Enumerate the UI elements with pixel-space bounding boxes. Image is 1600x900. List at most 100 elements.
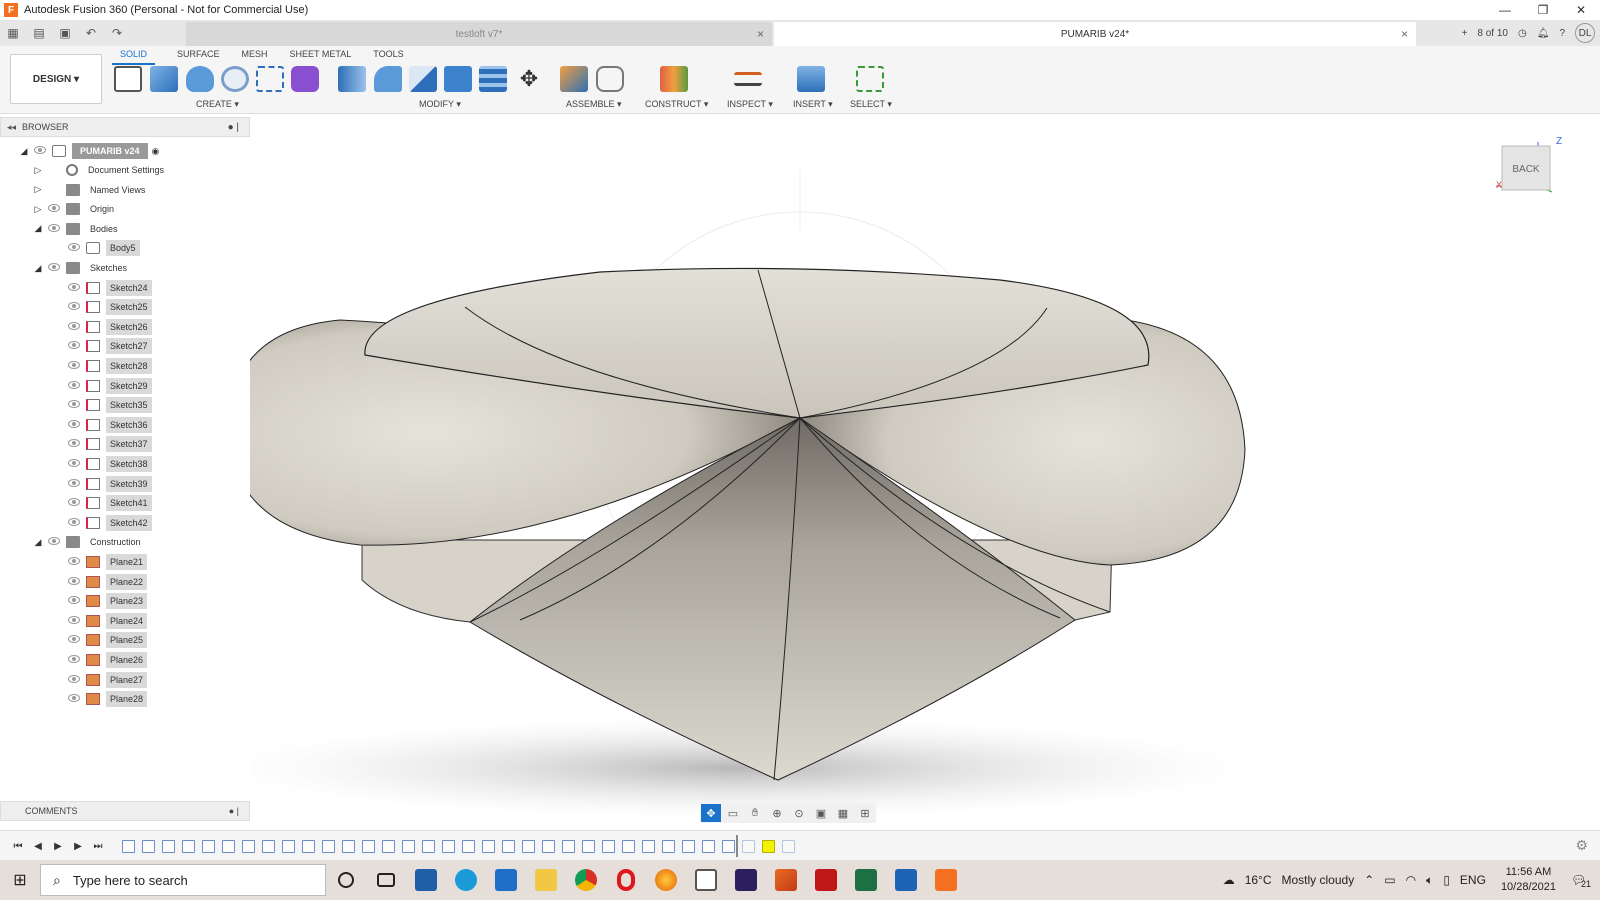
- browser-pin-icon[interactable]: ● |: [228, 122, 239, 133]
- tab-surface[interactable]: SURFACE: [177, 49, 220, 65]
- timeline-feature-icon[interactable]: [382, 840, 395, 853]
- task-view-icon[interactable]: [366, 860, 406, 900]
- go-to-start-icon[interactable]: ⏮︎: [8, 837, 28, 855]
- browser-item-sketch24[interactable]: Sketch24: [52, 279, 152, 297]
- chamfer-icon[interactable]: [409, 66, 437, 92]
- hole-icon[interactable]: [221, 66, 249, 92]
- step-back-icon[interactable]: ◀: [28, 837, 48, 855]
- visibility-icon[interactable]: [68, 341, 82, 351]
- tab-testloft[interactable]: testloft v7* ×: [186, 22, 772, 46]
- cortana-icon[interactable]: [326, 860, 366, 900]
- timeline-feature-icon[interactable]: [182, 840, 195, 853]
- step-forward-icon[interactable]: ▶: [68, 837, 88, 855]
- visibility-icon[interactable]: [68, 439, 82, 449]
- timeline-feature-icon[interactable]: [742, 840, 755, 853]
- input-indicator-icon[interactable]: ▯: [1443, 873, 1450, 887]
- taskbar-search-input[interactable]: ⌕ Type here to search: [40, 864, 326, 896]
- timeline-feature-icon[interactable]: [702, 840, 715, 853]
- browser-item-plane26[interactable]: Plane26: [52, 651, 148, 669]
- visibility-icon[interactable]: [48, 223, 62, 234]
- workspace-switcher[interactable]: DESIGN ▾: [10, 54, 102, 104]
- timeline-feature-icon[interactable]: [482, 840, 495, 853]
- timeline-feature-icon[interactable]: [582, 840, 595, 853]
- timeline-feature-icon[interactable]: [422, 840, 435, 853]
- browser-item-body5[interactable]: Body5: [52, 239, 140, 257]
- apps-grid-icon[interactable]: ▦: [2, 23, 24, 43]
- viewports-icon[interactable]: ⊞: [855, 804, 875, 822]
- tab-solid[interactable]: SOLID: [112, 49, 156, 65]
- orbit-icon[interactable]: ✥: [701, 804, 721, 822]
- inspect-menu[interactable]: INSPECT ▾: [727, 99, 773, 110]
- weather-text[interactable]: Mostly cloudy: [1282, 873, 1355, 887]
- visibility-icon[interactable]: [68, 694, 82, 704]
- shell-icon[interactable]: [444, 66, 472, 92]
- browser-item-sketch42[interactable]: Sketch42: [52, 514, 152, 532]
- browser-item-sketches[interactable]: ◢ Sketches: [32, 259, 131, 277]
- tab-sheet-metal[interactable]: SHEET METAL: [290, 49, 352, 65]
- timeline-feature-icon[interactable]: [642, 840, 655, 853]
- save-icon[interactable]: ▣: [54, 23, 76, 43]
- photos-icon[interactable]: [886, 860, 926, 900]
- redo-icon[interactable]: ↷: [106, 23, 128, 43]
- user-avatar[interactable]: DL: [1575, 23, 1595, 43]
- expand-icon[interactable]: ▷: [32, 165, 44, 176]
- fusion-taskbar-icon[interactable]: [926, 860, 966, 900]
- browser-item-plane27[interactable]: Plane27: [52, 671, 148, 689]
- visibility-icon[interactable]: [68, 596, 82, 606]
- timeline-feature-icon[interactable]: [362, 840, 375, 853]
- browser-item-plane23[interactable]: Plane23: [52, 592, 148, 610]
- expand-icon[interactable]: ▷: [32, 184, 44, 195]
- browser-item-sketch25[interactable]: Sketch25: [52, 298, 152, 316]
- timeline-feature-icon[interactable]: [662, 840, 675, 853]
- opera-icon[interactable]: [606, 860, 646, 900]
- tray-chevron-icon[interactable]: ⌃: [1364, 873, 1374, 887]
- browser-item-sketch28[interactable]: Sketch28: [52, 357, 152, 375]
- go-to-end-icon[interactable]: ⏭︎: [88, 837, 108, 855]
- timeline-feature-icon[interactable]: [162, 840, 175, 853]
- help-icon[interactable]: ?: [1559, 28, 1565, 39]
- weather-temp[interactable]: 16°C: [1245, 873, 1272, 887]
- form-icon[interactable]: [291, 66, 319, 92]
- close-window-button[interactable]: ✕: [1562, 0, 1600, 20]
- insert-menu[interactable]: INSERT ▾: [793, 99, 833, 110]
- chrome-icon[interactable]: [566, 860, 606, 900]
- expand-icon[interactable]: ◢: [32, 223, 44, 234]
- visibility-icon[interactable]: [68, 576, 82, 587]
- visibility-icon[interactable]: [68, 615, 82, 626]
- visibility-icon[interactable]: [48, 204, 62, 214]
- browser-item-sketch38[interactable]: Sketch38: [52, 455, 152, 473]
- timeline-feature-icon[interactable]: [562, 840, 575, 853]
- create-sketch-icon[interactable]: [114, 66, 142, 92]
- visibility-icon[interactable]: [68, 243, 82, 253]
- timeline-feature-icon[interactable]: [602, 840, 615, 853]
- expand-icon[interactable]: ◢: [32, 537, 44, 548]
- collapse-browser-icon[interactable]: ◂◂: [7, 122, 16, 133]
- timeline-feature-icon[interactable]: [222, 840, 235, 853]
- excel-icon[interactable]: [846, 860, 886, 900]
- press-pull-icon[interactable]: [338, 66, 366, 92]
- timeline-feature-icon[interactable]: [202, 840, 215, 853]
- 3d-viewport[interactable]: [250, 114, 1600, 824]
- timeline-feature-icon[interactable]: [142, 840, 155, 853]
- browser-item-document-settings[interactable]: ▷ Document Settings: [32, 161, 168, 179]
- timeline-feature-icon[interactable]: [302, 840, 315, 853]
- clock-icon[interactable]: ◷: [1518, 28, 1527, 39]
- visibility-icon[interactable]: [68, 282, 82, 293]
- visibility-icon[interactable]: [48, 263, 62, 273]
- move-icon[interactable]: ✥: [515, 66, 543, 92]
- extrude-icon[interactable]: [150, 66, 178, 92]
- zoom-icon[interactable]: ⊕: [767, 804, 787, 822]
- expand-icon[interactable]: ▷: [32, 204, 44, 215]
- firefox-icon[interactable]: [646, 860, 686, 900]
- file-menu-icon[interactable]: ▤: [28, 23, 50, 43]
- pan-icon[interactable]: ✋︎: [745, 804, 765, 822]
- job-status[interactable]: 8 of 10: [1477, 28, 1508, 39]
- browser-item-sketch27[interactable]: Sketch27: [52, 337, 152, 355]
- mail-icon[interactable]: [486, 860, 526, 900]
- windows-start-icon[interactable]: ⊞: [0, 860, 40, 900]
- timeline-feature-icon[interactable]: [322, 840, 335, 853]
- timeline-feature-icon[interactable]: [462, 840, 475, 853]
- clock[interactable]: 11:56 AM 10/28/2021: [1496, 865, 1561, 895]
- timeline-feature-icon[interactable]: [522, 840, 535, 853]
- undo-icon[interactable]: ↶: [80, 23, 102, 43]
